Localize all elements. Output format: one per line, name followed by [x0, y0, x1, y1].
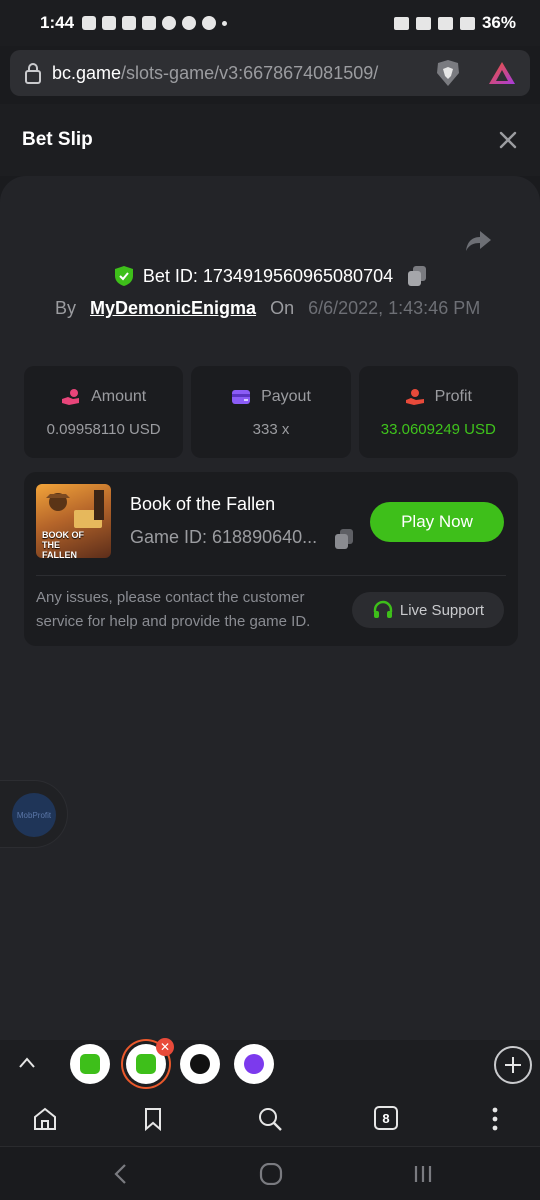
game-name: Book of the Fallen: [130, 494, 276, 514]
money-hand-icon: [62, 388, 80, 405]
url-text[interactable]: bc.game/slots-game/v3:6678674081509/: [52, 63, 378, 84]
list-icon: [244, 1054, 264, 1074]
tab-close-icon[interactable]: ✕: [156, 1038, 174, 1056]
address-bar[interactable]: bc.game/slots-game/v3:6678674081509/: [10, 50, 530, 96]
copy-icon[interactable]: [407, 265, 427, 287]
more-notifications-icon: [222, 20, 228, 26]
stat-amount: Amount 0.09958110 USD: [24, 366, 184, 458]
alert-notification-icon: [182, 16, 197, 30]
stat-label: Payout: [261, 387, 311, 405]
tab-globe[interactable]: [180, 1044, 220, 1084]
wifi-icon: [437, 16, 453, 30]
on-label: On: [270, 298, 295, 318]
game-thumbnail[interactable]: BOOK OF THE FALLEN: [36, 484, 111, 558]
status-bar: 1:44 36%: [0, 0, 540, 46]
close-icon[interactable]: [498, 130, 518, 150]
tab-count-button[interactable]: 8: [374, 1106, 398, 1130]
status-time: 1:44: [40, 13, 75, 32]
bcgame-icon: [80, 1054, 100, 1074]
home-icon[interactable]: [32, 1106, 58, 1132]
tab-list[interactable]: [234, 1044, 274, 1084]
username-link[interactable]: MyDemonicEnigma: [90, 298, 256, 319]
game-id: Game ID: 618890640...: [130, 527, 318, 547]
browser-toolbar: 8: [0, 1090, 540, 1146]
stat-label: Amount: [91, 387, 147, 405]
add-tab-button[interactable]: [494, 1046, 532, 1084]
widget-bubble: MobProfit: [12, 793, 56, 837]
system-status: 36%: [393, 13, 516, 33]
bet-id-row: Bet ID: 1734919560965080704: [0, 265, 540, 287]
stat-profit: Profit 33.0609249 USD: [358, 366, 518, 458]
lock-icon: [25, 63, 41, 84]
url-path: /slots-game/v3:6678674081509/: [121, 62, 379, 83]
globe-icon: [190, 1054, 210, 1074]
system-navigation: [0, 1146, 540, 1200]
share-icon[interactable]: [464, 229, 492, 253]
vpn-key-icon: [393, 16, 409, 30]
wallet-icon: [232, 389, 251, 404]
tab-bcgame-active[interactable]: ✕: [126, 1038, 174, 1084]
battery-level: 36%: [481, 13, 516, 32]
stat-value: 333 x: [252, 420, 290, 438]
signal-icon: [459, 16, 475, 30]
profit-hand-icon: [405, 388, 424, 405]
live-support-button[interactable]: Live Support: [352, 592, 504, 628]
modal-title: Bet Slip: [22, 129, 93, 150]
play-now-button[interactable]: Play Now: [370, 502, 504, 542]
bookmark-icon[interactable]: [140, 1106, 166, 1132]
verified-shield-icon: [114, 266, 133, 286]
news-notification-icon: [82, 16, 97, 30]
tab-bcgame-1[interactable]: [70, 1044, 110, 1084]
bet-id: Bet ID: 1734919560965080704: [142, 265, 394, 286]
chevron-up-icon[interactable]: [18, 1056, 36, 1070]
skype-notification-icon: [202, 16, 217, 30]
modal-header: Bet Slip: [0, 104, 540, 176]
discord-notification-icon: [102, 16, 117, 30]
copy-icon[interactable]: [334, 528, 354, 550]
floating-widget[interactable]: MobProfit: [0, 780, 68, 848]
divider: [36, 575, 506, 576]
stat-payout: Payout 333 x: [191, 366, 351, 458]
snapchat-notification-icon: [162, 16, 177, 30]
game-card: BOOK OF THE FALLEN Book of the Fallen Ga…: [24, 472, 518, 646]
notification-icons: [82, 16, 228, 30]
menu-icon[interactable]: [482, 1106, 508, 1132]
brave-shield-icon[interactable]: [434, 58, 462, 88]
live-support-label: Live Support: [399, 601, 485, 619]
headset-icon: [373, 600, 393, 618]
support-text: Any issues, please contact the customer …: [36, 589, 311, 630]
game-thumb-title: BOOK OF THE FALLEN: [42, 530, 84, 558]
stat-value: 0.09958110 USD: [46, 420, 161, 438]
bet-stats: Amount 0.09958110 USD Payout 333 x Profi…: [24, 366, 518, 458]
url-domain: bc.game: [52, 62, 122, 83]
alarm-icon: [415, 16, 431, 30]
by-label: By: [55, 298, 77, 318]
twitter-notification-icon: [142, 16, 157, 30]
stat-value: 33.0609249 USD: [380, 420, 496, 438]
stat-label: Profit: [434, 387, 472, 405]
back-icon[interactable]: [112, 1163, 130, 1185]
bet-date: 6/6/2022, 1:43:46 PM: [308, 298, 481, 318]
bcgame-icon: [136, 1054, 156, 1074]
home-nav-icon[interactable]: [259, 1163, 283, 1185]
tab-strip: ✕: [0, 1038, 540, 1090]
search-icon[interactable]: [257, 1106, 283, 1132]
bet-author-row: By MyDemonicEnigma On 6/6/2022, 1:43:46 …: [55, 298, 480, 319]
brave-rewards-icon[interactable]: [488, 60, 516, 86]
plus-icon: [505, 1057, 521, 1073]
recents-icon[interactable]: [412, 1163, 434, 1185]
discord-notification-icon: [122, 16, 137, 30]
